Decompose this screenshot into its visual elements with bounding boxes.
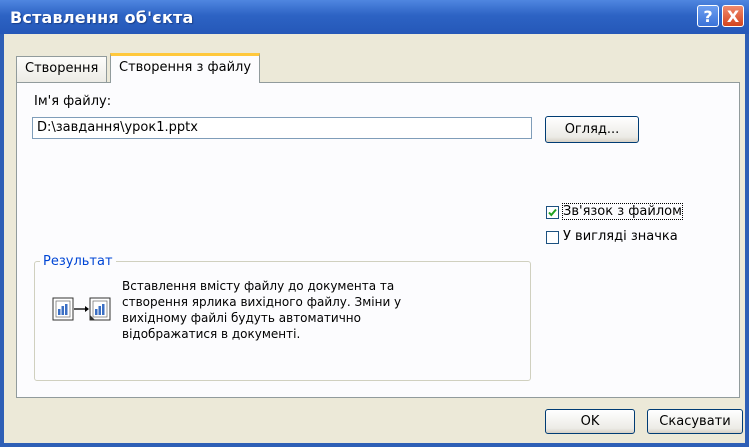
ok-button[interactable]: OK [545, 409, 635, 434]
dialog-title: Вставлення об'єкта [10, 8, 194, 27]
title-bar[interactable]: Вставлення об'єкта ? X [0, 0, 749, 34]
browse-button[interactable]: Огляд... [545, 116, 639, 143]
tab-create[interactable]: Створення [16, 56, 108, 82]
checkmark-icon [548, 208, 557, 217]
dialog-client-area: Створення Створення з файлу Ім'я файлу: … [4, 34, 745, 443]
display-as-icon-label[interactable]: У вигляді значка [563, 229, 678, 244]
display-as-icon-checkbox[interactable] [546, 231, 559, 244]
help-button[interactable]: ? [697, 5, 719, 27]
close-button[interactable]: X [722, 5, 744, 27]
cancel-button[interactable]: Скасувати [647, 409, 743, 434]
dialog-window: Вставлення об'єкта ? X Створення Створен… [0, 0, 749, 447]
result-description: Вставлення вмісту файлу до документа та … [122, 279, 402, 341]
linked-object-icon [52, 297, 111, 321]
file-name-label: Ім'я файлу: [34, 94, 112, 109]
link-to-file-checkbox[interactable] [546, 206, 559, 219]
link-to-file-label[interactable]: Зв'язок з файлом [562, 203, 683, 220]
tab-create-from-file[interactable]: Створення з файлу [110, 53, 261, 83]
file-name-input[interactable]: D:\завдання\урок1.pptx [32, 117, 532, 139]
result-legend: Результат [40, 254, 116, 269]
